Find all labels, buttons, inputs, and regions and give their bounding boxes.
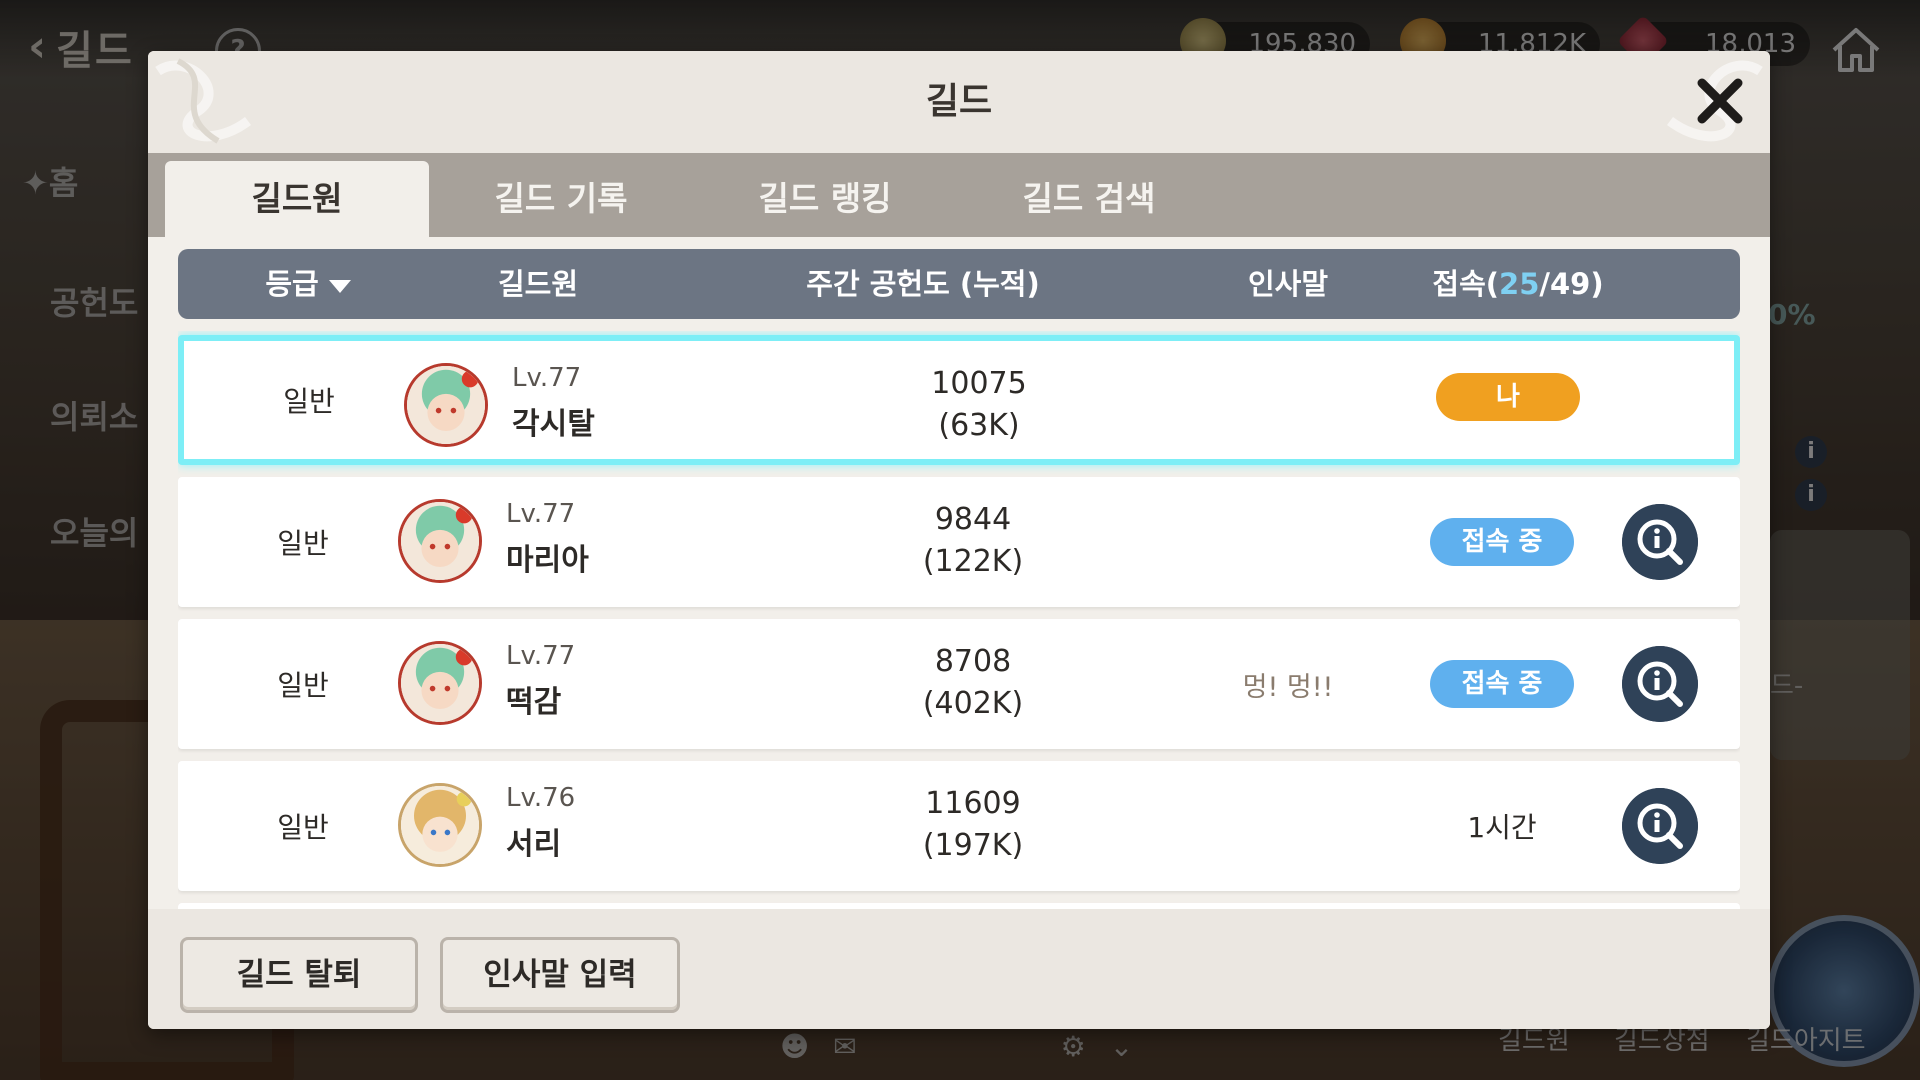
member-contribution: 11609 (197K) <box>778 783 1168 867</box>
member-level: Lv.77 <box>506 641 576 671</box>
member-level: Lv.76 <box>506 783 576 813</box>
member-avatar[interactable] <box>398 499 482 583</box>
member-contribution: 10075 (63K) <box>784 363 1174 447</box>
member-greeting <box>1183 761 1393 891</box>
weekly-contribution: 11609 <box>925 786 1021 821</box>
member-row[interactable]: 일반 Lv.77 마리아 9844 (122K) 접속 중 <box>178 477 1740 607</box>
member-greeting: 멍! 멍!! <box>1242 671 1334 703</box>
column-member: 길드원 <box>497 267 579 301</box>
member-avatar[interactable] <box>398 641 482 725</box>
member-contribution: 8708 (402K) <box>778 641 1168 725</box>
weekly-contribution: 10075 <box>931 366 1027 401</box>
member-contribution: 9844 (122K) <box>778 499 1168 583</box>
member-info-search-icon[interactable] <box>1622 646 1698 722</box>
member-grade: 일반 <box>277 527 329 560</box>
column-online-label: 접속 <box>1432 267 1486 301</box>
member-row-self[interactable]: 일반 Lv.77 각시탈 10075 (63K) 나 <box>178 335 1740 465</box>
last-online-time: 1시간 <box>1467 811 1537 844</box>
member-row[interactable]: 일반 Lv.77 떡감 8708 (402K) 멍! 멍!! 접속 중 <box>178 619 1740 749</box>
member-name: 서리 <box>506 827 562 862</box>
status-badge-self: 나 <box>1436 373 1580 421</box>
member-avatar[interactable] <box>404 363 488 447</box>
tab-bar: 길드원 길드 기록 길드 랭킹 길드 검색 <box>148 153 1770 237</box>
total-contribution: (197K) <box>922 828 1024 863</box>
status-badge-online: 접속 중 <box>1430 660 1574 708</box>
tab-guild-log[interactable]: 길드 기록 <box>429 161 693 237</box>
column-grade-label: 등급 <box>265 267 319 301</box>
tab-members[interactable]: 길드원 <box>165 161 429 237</box>
member-level: Lv.77 <box>506 499 576 529</box>
total-contribution: (402K) <box>922 686 1024 721</box>
status-badge-online: 접속 중 <box>1430 518 1574 566</box>
close-icon[interactable] <box>1688 69 1752 133</box>
member-greeting <box>1183 477 1393 607</box>
tab-guild-search[interactable]: 길드 검색 <box>957 161 1221 237</box>
member-name: 떡감 <box>506 685 562 720</box>
guild-modal: 길드 길드원 길드 기록 길드 랭킹 길드 검색 등급 길드원 주간 공헌도 (… <box>148 51 1770 1029</box>
column-online: 접속(25/49) <box>1432 267 1604 301</box>
online-count: 25 <box>1499 267 1540 301</box>
weekly-contribution: 9844 <box>934 502 1012 537</box>
leave-guild-button[interactable]: 길드 탈퇴 <box>180 937 418 1013</box>
member-name: 각시탈 <box>512 407 595 442</box>
member-row[interactable]: 일반 Lv.76 서리 11609 (197K) 1시간 <box>178 761 1740 891</box>
tab-guild-ranking[interactable]: 길드 랭킹 <box>693 161 957 237</box>
member-grade: 일반 <box>277 669 329 702</box>
member-avatar[interactable] <box>398 783 482 867</box>
total-contribution: (122K) <box>922 544 1024 579</box>
member-info-search-icon[interactable] <box>1622 788 1698 864</box>
weekly-contribution: 8708 <box>934 644 1012 679</box>
sort-caret-down-icon <box>328 279 351 293</box>
modal-footer: 길드 탈퇴 인사말 입력 <box>148 909 1770 1029</box>
column-weekly-contribution: 주간 공헌도 (누적) <box>806 267 1040 301</box>
total-contribution: (63K) <box>938 408 1020 443</box>
member-table-header: 등급 길드원 주간 공헌도 (누적) 인사말 접속(25/49) <box>178 249 1740 319</box>
member-grade: 일반 <box>277 811 329 844</box>
member-grade: 일반 <box>283 385 335 418</box>
member-greeting <box>1189 341 1399 459</box>
enter-greeting-button[interactable]: 인사말 입력 <box>440 937 680 1013</box>
member-info-search-icon[interactable] <box>1622 504 1698 580</box>
member-level: Lv.77 <box>512 363 582 393</box>
column-grade[interactable]: 등급 <box>218 249 398 319</box>
column-greeting: 인사말 <box>1247 267 1329 301</box>
member-list[interactable]: 일반 Lv.77 각시탈 10075 (63K) 나 일반 Lv.77 마리아 … <box>178 331 1740 951</box>
member-name: 마리아 <box>506 543 589 578</box>
online-total: /49 <box>1539 267 1591 301</box>
modal-title: 길드 <box>925 81 993 122</box>
